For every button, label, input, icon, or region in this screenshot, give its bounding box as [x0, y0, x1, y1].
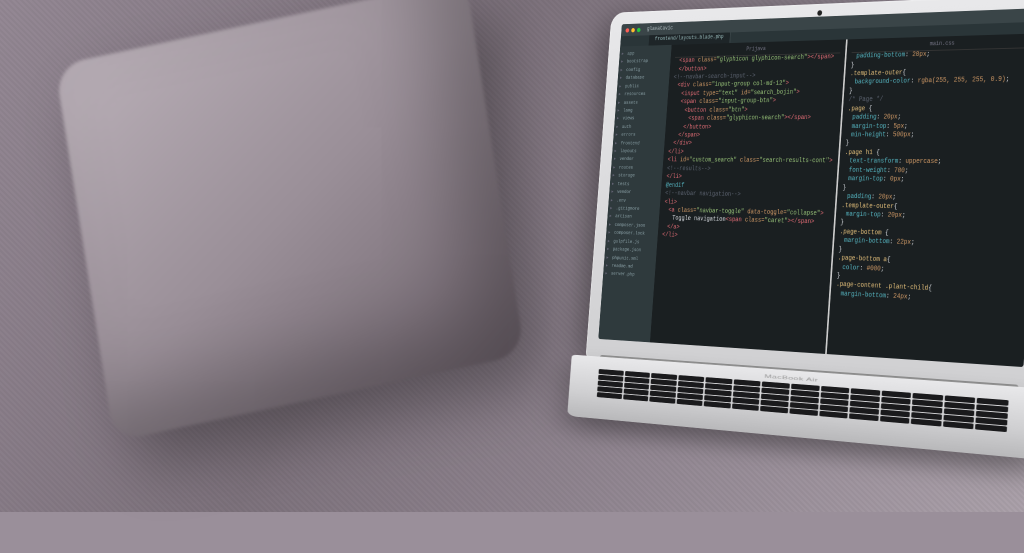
zoom-dot — [637, 27, 641, 31]
webcam — [817, 10, 822, 16]
keyboard-key — [597, 392, 622, 399]
keyboard-key — [623, 394, 648, 401]
keyboard-key — [849, 413, 878, 421]
file-tree-item: errors — [615, 131, 663, 139]
keyboard-key — [819, 411, 848, 419]
photo-scene: glavatavic frontend/layouts.blade.php ap… — [0, 0, 1024, 512]
code-editor-screen: glavatavic frontend/layouts.blade.php ap… — [598, 8, 1024, 367]
file-tree-item: server.php — [605, 270, 653, 280]
keyboard-key — [911, 418, 941, 426]
keyboard-key — [676, 399, 702, 406]
keyboard-key — [943, 421, 974, 429]
laptop: glavatavic frontend/layouts.blade.php ap… — [520, 0, 1024, 552]
keyboard-key — [704, 401, 731, 408]
code-line: min-height: 500px; — [846, 131, 1024, 140]
file-tree-item: auth — [616, 122, 664, 130]
code-line: </button> — [670, 123, 836, 132]
file-tree-item: frontend — [615, 139, 663, 147]
keyboard-key — [880, 416, 910, 424]
file-tree-item: views — [617, 114, 665, 123]
code-line: </span> — [669, 132, 835, 141]
left-code-pane: Prijava <span class="glyphicon glyphicon… — [650, 39, 846, 354]
close-dot — [625, 28, 629, 32]
left-code-body: <span class="glyphicon glyphicon-search"… — [662, 53, 840, 245]
minimize-dot — [631, 28, 635, 32]
keyboard-key — [760, 406, 788, 414]
window-title: glavatavic — [647, 25, 673, 33]
workspace: appbootstrapconfigdatabasepublicresource… — [598, 33, 1024, 367]
right-code-body: padding-bottom: 20px;}.template-outer{ba… — [835, 48, 1024, 308]
right-code-pane: main.css padding-bottom: 20px;}.template… — [825, 33, 1024, 367]
split-editors: Prijava <span class="glyphicon glyphicon… — [650, 33, 1024, 367]
file-tree-item: layouts — [614, 147, 662, 155]
keyboard-key — [732, 403, 759, 410]
keyboard-key — [789, 408, 817, 416]
keyboard-key — [649, 396, 675, 403]
screen-bezel: glavatavic frontend/layouts.blade.php ap… — [586, 0, 1024, 390]
code-line: margin-top: 5px; — [846, 122, 1024, 132]
